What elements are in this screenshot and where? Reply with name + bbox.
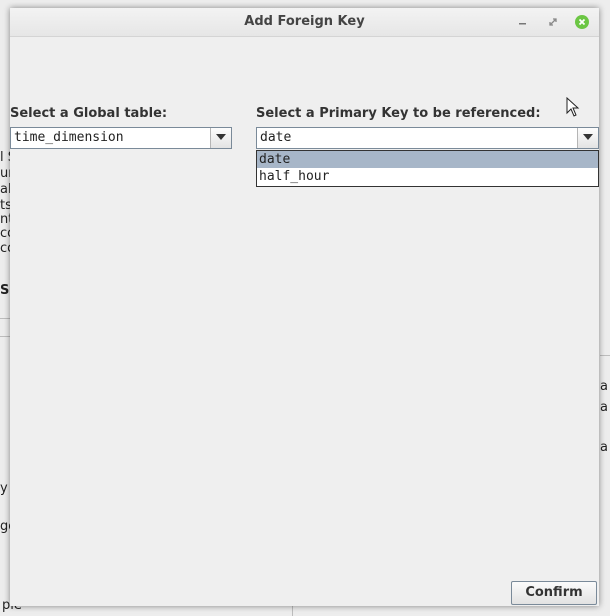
list-item-half-hour[interactable]: half_hour [257,168,598,185]
global-table-combobox[interactable]: time_dimension [10,127,232,149]
primary-key-dropdown-list[interactable]: date half_hour [256,150,599,187]
primary-key-label: Select a Primary Key to be referenced: [256,106,541,121]
bg-divider [292,606,293,616]
restore-icon[interactable] [546,15,560,29]
global-table-value: time_dimension [14,130,124,145]
chevron-down-icon[interactable] [210,128,231,148]
bg-heading: S [0,283,10,298]
dialog-title: Add Foreign Key [244,14,365,29]
add-foreign-key-dialog: Add Foreign Key Select a Global table: t… [10,8,599,606]
bg-divider [600,355,610,356]
primary-key-combobox[interactable]: date [256,127,599,149]
list-item-date[interactable]: date [257,151,598,168]
confirm-button[interactable]: Confirm [511,581,597,605]
bg-divider [0,336,10,337]
chevron-down-icon[interactable] [577,128,598,148]
bg-right-1: a [600,379,608,394]
title-bar[interactable]: Add Foreign Key [10,8,599,37]
primary-key-value: date [260,130,292,145]
bg-divider [0,318,10,319]
close-icon[interactable] [575,15,589,29]
bg-lower-1: y [0,481,8,496]
bg-right-3: a [600,440,608,455]
global-table-label: Select a Global table: [10,106,168,121]
bg-right-2: a [600,400,608,415]
minimize-icon[interactable] [516,15,530,29]
mouse-pointer-icon [566,96,580,121]
